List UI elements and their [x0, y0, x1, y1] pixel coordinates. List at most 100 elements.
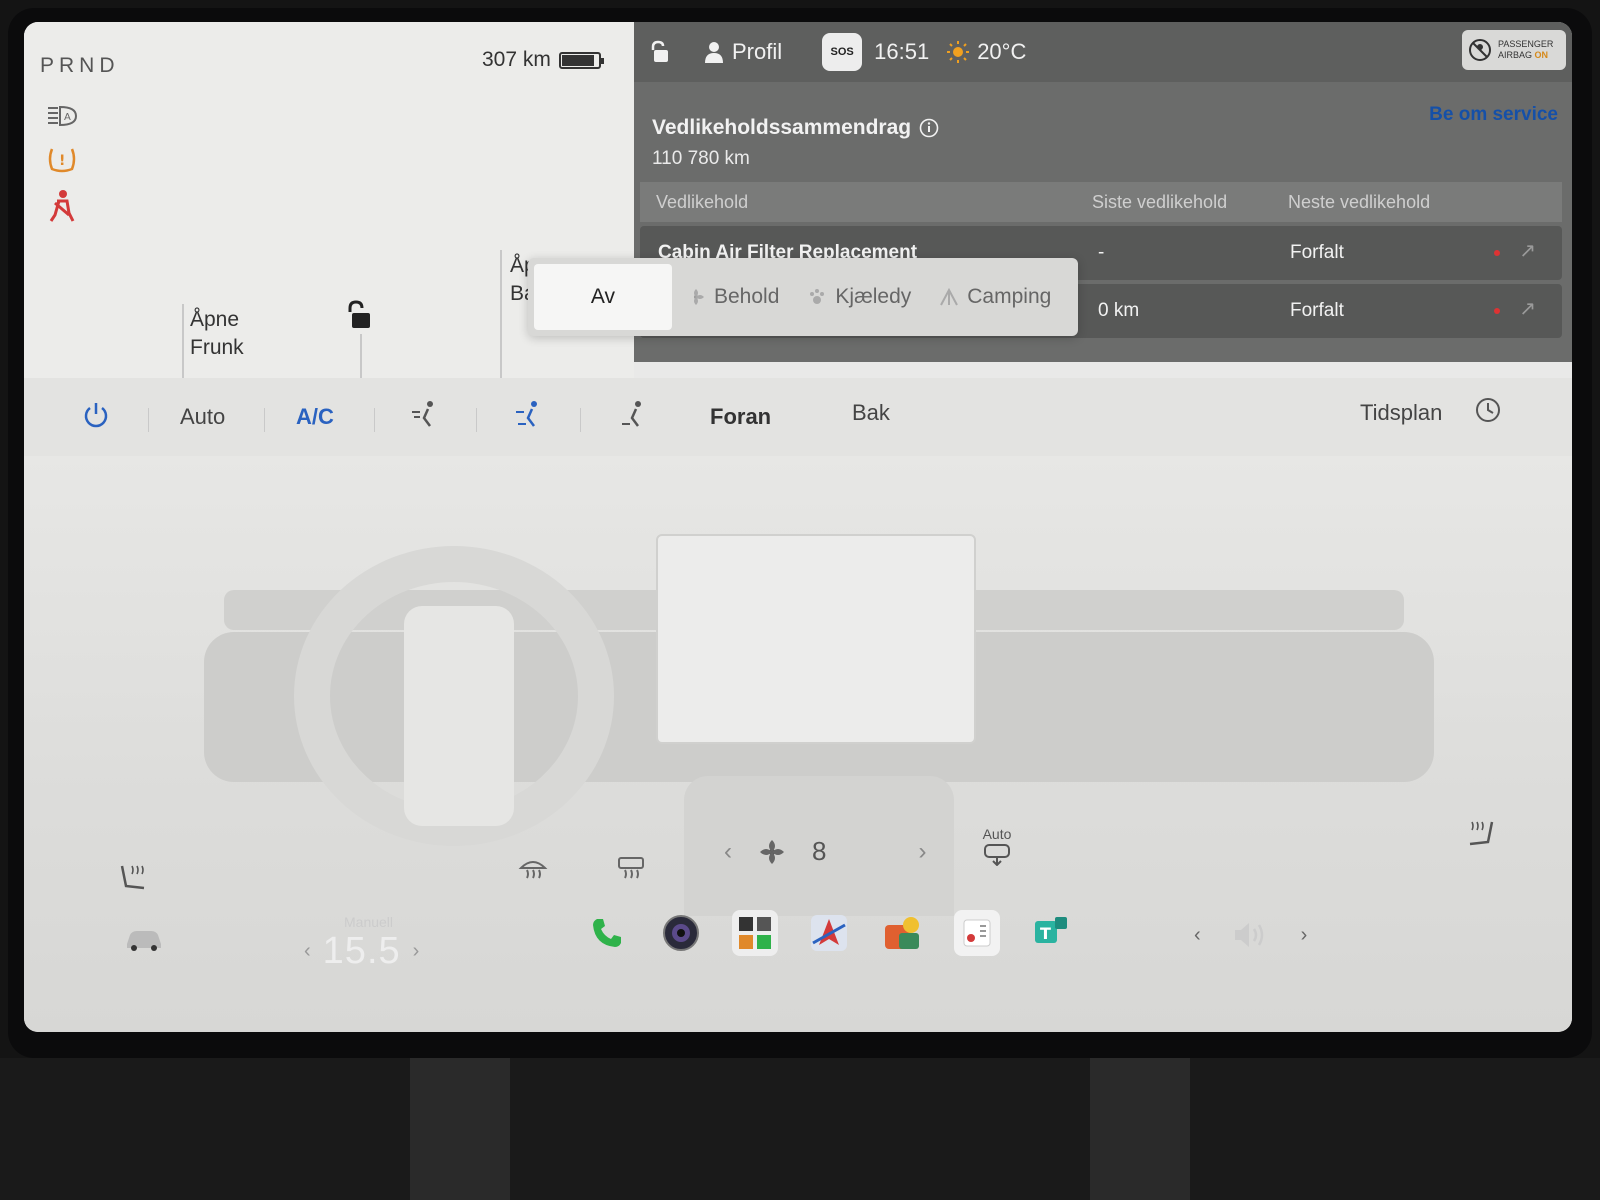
tent-icon [940, 287, 959, 306]
option-dog[interactable]: Kjæledy [793, 264, 925, 330]
seatbelt-warning-icon [42, 190, 82, 222]
auto-climate-button[interactable]: Auto [180, 404, 225, 430]
climate-keep-mode-selector: Av Behold Kjæledy Camping [528, 258, 1078, 336]
clock: 16:51 [874, 39, 930, 64]
range-text: 307 km [482, 48, 551, 71]
volume-decrease-chevron-icon[interactable]: ‹ [1194, 924, 1201, 947]
sos-button[interactable]: SOS [822, 33, 863, 71]
power-icon[interactable] [82, 400, 110, 434]
overdue-dot [1494, 250, 1500, 256]
row-last-service: - [1098, 242, 1105, 263]
app-launcher: T [584, 910, 1074, 956]
svg-text:A: A [64, 112, 71, 123]
toybox-icon[interactable] [732, 910, 778, 956]
recirculation-button[interactable]: Auto [982, 826, 1012, 871]
ac-button[interactable]: A/C [296, 404, 334, 430]
maintenance-title: Vedlikeholdssammendrag [652, 116, 939, 140]
option-label: Av [590, 285, 616, 308]
option-label: Camping [967, 285, 1052, 308]
passenger-airbag-indicator: PASSENGER AIRBAG ON [1462, 30, 1566, 70]
driver-temperature-value[interactable]: 15.5 [323, 930, 401, 973]
airflow-face-feet-icon[interactable] [514, 400, 542, 436]
external-link-icon[interactable]: ↗ [1519, 238, 1536, 263]
center-display-graphic [656, 534, 976, 744]
auto-headlights-icon: A [42, 100, 82, 132]
airflow-feet-icon[interactable] [618, 400, 646, 436]
floor-rail [410, 1058, 510, 1200]
maintenance-table-header: Vedlikehold Siste vedlikehold Neste vedl… [640, 182, 1562, 222]
floor-rail [1090, 1058, 1190, 1200]
fan-increase-chevron-icon[interactable]: › [918, 838, 926, 866]
recirculation-icon [984, 844, 1010, 867]
profile-button[interactable]: Profil [704, 39, 782, 65]
info-icon[interactable] [919, 118, 939, 138]
tab-rear[interactable]: Bak [852, 400, 890, 426]
navigation-icon[interactable] [806, 910, 852, 956]
separator [580, 408, 581, 432]
clock-icon[interactable] [1474, 396, 1502, 430]
car-floor-background [0, 1058, 1600, 1200]
maintenance-title-text: Vedlikeholdssammendrag [652, 116, 912, 139]
status-bar: Profil SOS 16:51 20°C PASSENGER AIRBAG O… [634, 22, 1572, 82]
speaker-icon[interactable] [1231, 920, 1271, 950]
tab-front[interactable]: Foran [710, 404, 771, 430]
temp-increase-chevron-icon[interactable]: › [413, 940, 420, 963]
row-last-service: 0 km [1098, 300, 1140, 321]
trunk-pointer-line [500, 250, 502, 380]
separator [476, 408, 477, 432]
steering-hub [404, 606, 514, 826]
gear-selector: PRND [40, 54, 120, 77]
range-indicator: 307 km [482, 48, 604, 72]
separator [148, 408, 149, 432]
row-next-service: Forfalt [1290, 300, 1344, 321]
lock-pointer-line [360, 334, 362, 379]
calendar-icon[interactable] [954, 910, 1000, 956]
fan-decrease-chevron-icon[interactable]: ‹ [724, 838, 732, 866]
open-frunk-button[interactable]: Åpne Frunk [190, 306, 244, 362]
option-label: Behold [714, 285, 780, 308]
volume-increase-chevron-icon[interactable]: › [1301, 924, 1308, 947]
outside-temperature: 20°C [947, 39, 1026, 65]
right-seat-heater-icon[interactable] [1464, 818, 1498, 855]
option-off[interactable]: Av [534, 264, 672, 330]
phone-icon[interactable] [584, 910, 630, 956]
external-link-icon[interactable]: ↗ [1519, 296, 1536, 321]
airbag-state: ON [1534, 50, 1549, 60]
tire-pressure-warning-icon: ! [42, 144, 82, 176]
bottom-taskbar: Manuell ‹ 15.5 › T ‹ › [24, 870, 1572, 1000]
option-keep[interactable]: Behold [672, 264, 793, 330]
profile-label: Profil [732, 39, 783, 64]
fan-icon [760, 839, 784, 864]
airbag-line1: PASSENGER [1498, 39, 1554, 49]
option-camp[interactable]: Camping [925, 264, 1065, 330]
option-label: Kjæledy [835, 285, 912, 308]
camera-icon[interactable] [658, 910, 704, 956]
battery-icon [558, 51, 604, 69]
climate-controls: Auto A/C Foran Bak Tidsplan [24, 378, 1572, 456]
fan-icon [694, 289, 704, 305]
airflow-face-icon[interactable] [410, 400, 438, 436]
svg-text:T: T [1040, 924, 1051, 943]
teams-icon[interactable]: T [1028, 910, 1074, 956]
lock-status-icon[interactable] [648, 40, 670, 64]
temperature-label: 20°C [977, 39, 1027, 64]
unlock-icon[interactable] [344, 300, 374, 337]
paw-icon [810, 289, 825, 304]
overdue-dot [1494, 308, 1500, 314]
temperature-mode-label: Manuell [344, 914, 394, 930]
fan-speed-control: ‹ 8 › [724, 836, 926, 867]
recirc-label: Auto [982, 826, 1012, 842]
airbag-icon [1469, 39, 1491, 61]
car-icon[interactable] [124, 926, 164, 957]
request-service-link[interactable]: Be om service [1429, 104, 1558, 126]
odometer: 110 780 km [652, 148, 750, 169]
row-next-service: Forfalt [1290, 242, 1344, 263]
temp-decrease-chevron-icon[interactable]: ‹ [304, 940, 311, 963]
airbag-line2: AIRBAG [1498, 50, 1533, 60]
header-last-service: Siste vedlikehold [1092, 192, 1228, 212]
separator [264, 408, 265, 432]
games-icon[interactable] [880, 910, 926, 956]
volume-control: ‹ › [1194, 920, 1307, 950]
schedule-button[interactable]: Tidsplan [1360, 400, 1442, 426]
driver-temperature-control: ‹ 15.5 › [304, 930, 419, 973]
